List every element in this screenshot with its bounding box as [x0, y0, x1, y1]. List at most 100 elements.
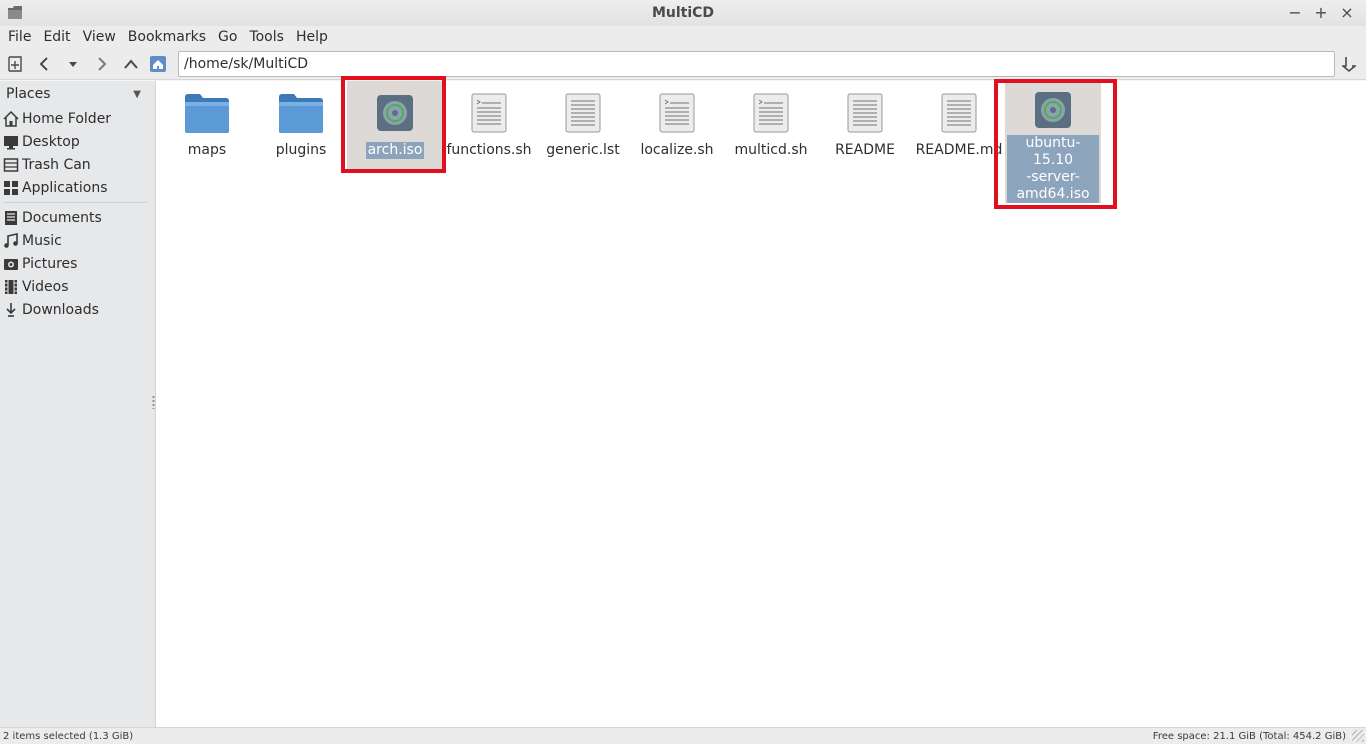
- file-item-plugins[interactable]: plugins: [253, 81, 349, 159]
- history-dropdown-button[interactable]: [58, 50, 87, 78]
- file-name: localize.sh: [640, 142, 714, 158]
- file-item-readme-md[interactable]: README.md: [911, 81, 1007, 159]
- sidebar-item-label: Downloads: [22, 301, 99, 318]
- places-title: Places: [6, 86, 51, 102]
- back-icon: [39, 56, 48, 71]
- file-name: maps: [187, 142, 227, 158]
- sidebar-item-label: Videos: [22, 278, 69, 295]
- sidebar-item-label: Home Folder: [22, 110, 112, 127]
- downloads-icon: [3, 302, 19, 318]
- folder-icon: [277, 89, 325, 137]
- menu-edit[interactable]: Edit: [43, 29, 76, 45]
- file-manager-icon: [8, 6, 22, 19]
- sidebar-item-music[interactable]: Music: [0, 229, 151, 252]
- maximize-button[interactable]: +: [1310, 2, 1332, 24]
- menu-file[interactable]: File: [8, 29, 37, 45]
- new-tab-button[interactable]: [0, 50, 29, 78]
- text-file-icon: [935, 89, 983, 137]
- file-name-line: ubuntu-15.10: [1025, 135, 1081, 168]
- text-file-icon: [841, 89, 889, 137]
- file-item-functions-sh[interactable]: functions.sh: [441, 81, 537, 159]
- menu-go[interactable]: Go: [218, 29, 243, 45]
- file-item-arch-iso[interactable]: arch.iso: [347, 81, 443, 171]
- sidebar-item-applications[interactable]: Applications: [0, 176, 151, 199]
- free-space-status: Free space: 21.1 GiB (Total: 454.2 GiB): [1152, 730, 1346, 742]
- sidebar-item-label: Documents: [22, 209, 102, 226]
- script-file-icon: [653, 89, 701, 137]
- resize-grip-icon[interactable]: [1352, 730, 1364, 742]
- file-item-ubuntu-iso[interactable]: ubuntu-15.10 -server- amd64.iso: [1005, 81, 1101, 203]
- file-item-multicd-sh[interactable]: multicd.sh: [723, 81, 819, 159]
- minimize-button[interactable]: −: [1284, 2, 1306, 24]
- menu-help[interactable]: Help: [296, 29, 334, 45]
- window-controls: − + ×: [1284, 2, 1358, 24]
- home-icon: [3, 110, 19, 127]
- file-item-localize-sh[interactable]: localize.sh: [629, 81, 725, 159]
- sidebar-item-desktop[interactable]: Desktop: [0, 130, 151, 153]
- file-name: arch.iso: [365, 142, 425, 159]
- title-bar: MultiCD − + ×: [0, 0, 1366, 26]
- videos-icon: [3, 279, 19, 295]
- up-button[interactable]: [116, 50, 145, 78]
- forward-button[interactable]: [87, 50, 116, 78]
- menu-view[interactable]: View: [83, 29, 122, 45]
- file-name: generic.lst: [546, 142, 620, 158]
- sidebar-item-home-folder[interactable]: Home Folder: [0, 107, 151, 130]
- folder-icon: [183, 89, 231, 137]
- places-header[interactable]: Places ▼: [0, 81, 151, 107]
- menu-bar: File Edit View Bookmarks Go Tools Help: [0, 26, 1366, 48]
- sidebar-item-label: Music: [22, 232, 62, 249]
- up-icon: [123, 58, 138, 69]
- script-file-icon: [465, 89, 513, 137]
- toolbar: [0, 48, 1366, 80]
- file-item-generic-lst[interactable]: generic.lst: [535, 81, 631, 159]
- file-item-maps[interactable]: maps: [159, 81, 255, 159]
- file-name: plugins: [275, 142, 327, 158]
- sidebar-item-trash-can[interactable]: Trash Can: [0, 153, 151, 176]
- places-list: Home Folder Desktop Trash Can Applicatio…: [0, 107, 151, 321]
- sidebar-item-label: Desktop: [22, 133, 80, 150]
- script-file-icon: [747, 89, 795, 137]
- file-name: README: [835, 142, 895, 158]
- file-item-readme[interactable]: README: [817, 81, 913, 159]
- pictures-icon: [3, 256, 19, 272]
- history-dropdown-icon: [68, 61, 77, 67]
- desktop-icon: [3, 134, 19, 150]
- sidebar-separator: [4, 202, 147, 203]
- places-sidebar: Places ▼ Home Folder Desktop Trash Can A…: [0, 81, 151, 727]
- file-view: maps plugins arch.iso functions.sh gener…: [156, 76, 1366, 727]
- sidebar-item-downloads[interactable]: Downloads: [0, 298, 151, 321]
- back-button[interactable]: [29, 50, 58, 78]
- splitter-grip-icon: [152, 395, 155, 409]
- disc-image-icon: [371, 89, 419, 137]
- close-button[interactable]: ×: [1336, 2, 1358, 24]
- sidebar-item-documents[interactable]: Documents: [0, 206, 151, 229]
- path-input[interactable]: [178, 51, 1335, 77]
- text-file-icon: [559, 89, 607, 137]
- trash-icon: [3, 157, 19, 173]
- status-bar: 2 items selected (1.3 GiB) Free space: 2…: [0, 727, 1366, 744]
- menu-tools[interactable]: Tools: [249, 29, 290, 45]
- go-button[interactable]: [1338, 51, 1360, 77]
- window-title: MultiCD: [651, 5, 715, 21]
- sidebar-item-videos[interactable]: Videos: [0, 275, 151, 298]
- file-name: functions.sh: [446, 142, 532, 158]
- chevron-down-icon: ▼: [133, 88, 141, 100]
- sidebar-item-label: Pictures: [22, 255, 78, 272]
- applications-icon: [3, 180, 19, 196]
- disc-image-icon: [1029, 89, 1077, 130]
- selection-status: 2 items selected (1.3 GiB): [3, 730, 134, 742]
- file-name: ubuntu-15.10 -server- amd64.iso: [1007, 135, 1099, 203]
- sidebar-item-pictures[interactable]: Pictures: [0, 252, 151, 275]
- home-icon: [149, 55, 166, 72]
- sidebar-item-label: Applications: [22, 179, 108, 196]
- file-name-line: -server-: [1026, 169, 1080, 185]
- go-icon: [1342, 57, 1356, 73]
- new-tab-icon: [7, 55, 22, 72]
- sidebar-item-label: Trash Can: [22, 156, 91, 173]
- menu-bookmarks[interactable]: Bookmarks: [128, 29, 212, 45]
- file-name-line: amd64.iso: [1016, 186, 1090, 202]
- home-button[interactable]: [143, 50, 172, 78]
- file-name: multicd.sh: [734, 142, 808, 158]
- file-name: README.md: [915, 142, 1003, 158]
